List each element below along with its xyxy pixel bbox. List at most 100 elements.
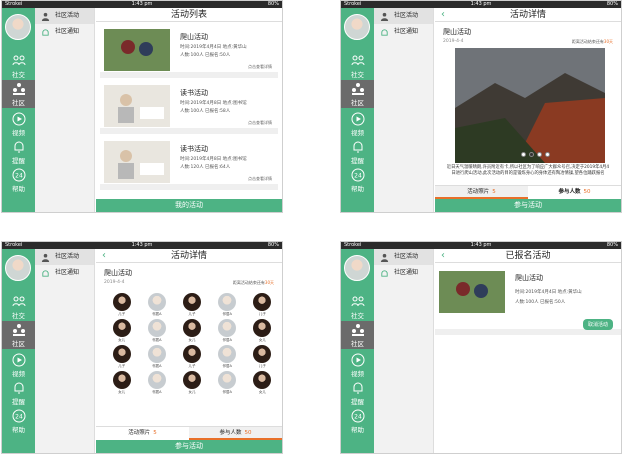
- activity-card[interactable]: 爬山活动 时间:2019年4月4日 地点:黄华山 人数:100人 已报名:50人 点击…: [100, 26, 278, 78]
- dot[interactable]: [545, 152, 550, 157]
- join-button[interactable]: 参与活动: [96, 440, 282, 453]
- rail-item-community[interactable]: 社区: [341, 80, 374, 108]
- sub-item-notices[interactable]: 社区通知: [35, 265, 94, 281]
- sub-item-activities[interactable]: 社区活动: [374, 8, 433, 24]
- rail-item-video[interactable]: 视频: [341, 110, 374, 138]
- activity-photo: [104, 85, 170, 127]
- participant[interactable]: 邻居A: [139, 345, 174, 369]
- reminder-icon: [341, 140, 374, 154]
- activity-info-1: 时间:2019年4月4日 地点:黄华山: [515, 290, 582, 295]
- dot[interactable]: [537, 152, 542, 157]
- my-activities-button[interactable]: 我的活动: [96, 199, 282, 212]
- participant[interactable]: 儿子: [104, 345, 139, 369]
- participant[interactable]: 儿子: [174, 345, 209, 369]
- video-icon: [2, 112, 35, 126]
- participant[interactable]: 女儿: [245, 319, 280, 343]
- tab-photos[interactable]: 活动照片 5: [96, 427, 189, 440]
- countdown: 距离活动结束还有30天: [572, 39, 613, 45]
- social-icon: [2, 54, 35, 68]
- back-icon[interactable]: ‹: [441, 8, 445, 22]
- participant[interactable]: 女儿: [104, 371, 139, 395]
- sub-item-activities[interactable]: 社区活动: [35, 8, 94, 24]
- side-rail: 社交 社区视频 提醒 24 帮助: [2, 249, 35, 453]
- sub-item-label: 社区活动: [394, 253, 419, 260]
- participant-name: 女儿: [118, 338, 126, 342]
- participant[interactable]: 女儿: [104, 319, 139, 343]
- participant[interactable]: 邻居A: [210, 345, 245, 369]
- rail-item-video[interactable]: 视频: [2, 351, 35, 379]
- tab-participants-label: 参与人数: [558, 189, 581, 195]
- rail-item-video[interactable]: 视频: [2, 110, 35, 138]
- activity-card[interactable]: 读书活动 时间:2019年4月8日 地点:图书馆 人数:100人 已报名:58人 点击…: [100, 82, 278, 134]
- tab-participants[interactable]: 参与人数 50: [528, 186, 621, 199]
- sub-item-notices[interactable]: 社区通知: [374, 265, 433, 281]
- rail-item-social[interactable]: 社交: [2, 52, 35, 80]
- view-details-link[interactable]: 点击查看详情: [248, 176, 272, 182]
- sub-menu: 社区活动 社区通知: [35, 249, 95, 453]
- participant-avatar: [182, 293, 201, 311]
- activity-name: 读书活动: [180, 145, 208, 153]
- rail-label: 视频: [12, 370, 25, 378]
- activity-card[interactable]: 读书活动 时间:2019年4月8日 地点:图书馆 人数:120人 已报名:64人 点击…: [100, 138, 278, 190]
- svg-text:24: 24: [354, 173, 362, 180]
- sub-item-label: 社区通知: [55, 28, 80, 35]
- participant[interactable]: 邻居A: [139, 371, 174, 395]
- registered-card[interactable]: 爬山活动 时间:2019年4月4日 地点:黄华山 人数:100人 已报名:50人…: [435, 263, 621, 335]
- dot[interactable]: [521, 152, 526, 157]
- sub-item-activities[interactable]: 社区活动: [35, 249, 94, 265]
- participant-avatar: [112, 371, 131, 389]
- participant-avatar: [218, 371, 237, 389]
- rail-item-reminder[interactable]: 提醒: [2, 138, 35, 166]
- rail-item-reminder[interactable]: 提醒: [341, 379, 374, 407]
- rail-item-help[interactable]: 24 帮助: [2, 166, 35, 194]
- participant-avatar: [147, 319, 166, 337]
- participant[interactable]: 女儿: [174, 371, 209, 395]
- participant[interactable]: 儿子: [104, 293, 139, 317]
- rail-item-help[interactable]: 24 帮助: [2, 407, 35, 435]
- sub-item-activities[interactable]: 社区活动: [374, 249, 433, 265]
- join-button[interactable]: 参与活动: [435, 199, 621, 212]
- rail-item-community[interactable]: 社区: [2, 80, 35, 108]
- participant[interactable]: 女儿: [245, 371, 280, 395]
- sub-item-notices[interactable]: 社区通知: [35, 24, 94, 40]
- participant[interactable]: 邻居A: [210, 293, 245, 317]
- participant-avatar: [112, 345, 131, 363]
- rail-item-reminder[interactable]: 提醒: [2, 379, 35, 407]
- view-details-link[interactable]: 点击查看详情: [248, 64, 272, 70]
- participant[interactable]: 儿子: [174, 293, 209, 317]
- rail-item-social[interactable]: 社交: [341, 293, 374, 321]
- tab-participants[interactable]: 参与人数 50: [189, 427, 282, 440]
- side-rail: 社交 社区 视频提醒 24 帮助: [341, 8, 374, 212]
- tab-photos[interactable]: 活动照片 5: [435, 186, 528, 199]
- participant[interactable]: 儿子: [245, 293, 280, 317]
- avatar: [5, 14, 31, 40]
- rail-item-help[interactable]: 24 帮助: [341, 166, 374, 194]
- rail-item-reminder[interactable]: 提醒: [341, 138, 374, 166]
- mountain-photo[interactable]: [455, 48, 605, 163]
- bell-icon: [381, 28, 388, 36]
- participant[interactable]: 邻居A: [139, 293, 174, 317]
- rail-item-video[interactable]: 视频: [341, 351, 374, 379]
- participant[interactable]: 邻居A: [139, 319, 174, 343]
- countdown: 距离活动结束还有30天: [233, 280, 274, 286]
- back-icon[interactable]: ‹: [441, 249, 445, 263]
- dot[interactable]: [529, 152, 534, 157]
- rail-item-community[interactable]: 社区: [2, 321, 35, 349]
- participant[interactable]: 女儿: [174, 319, 209, 343]
- back-icon[interactable]: ‹: [102, 249, 106, 263]
- person-icon: [380, 12, 389, 21]
- rail-item-social[interactable]: 社交: [2, 293, 35, 321]
- rail-item-help[interactable]: 24 帮助: [341, 407, 374, 435]
- carousel-dots[interactable]: [521, 152, 550, 157]
- cancel-activity-button[interactable]: 取消活动: [582, 319, 613, 330]
- view-details-link[interactable]: 点击查看详情: [248, 120, 272, 126]
- participant[interactable]: 邻居A: [210, 371, 245, 395]
- activity-name: 爬山活动: [180, 33, 208, 41]
- activity-date: 2019-4-4: [443, 39, 464, 44]
- participant[interactable]: 邻居A: [210, 319, 245, 343]
- rail-label: 提醒: [351, 157, 364, 165]
- sub-item-notices[interactable]: 社区通知: [374, 24, 433, 40]
- participant[interactable]: 儿子: [245, 345, 280, 369]
- rail-item-social[interactable]: 社交: [341, 52, 374, 80]
- rail-item-community[interactable]: 社区: [341, 321, 374, 349]
